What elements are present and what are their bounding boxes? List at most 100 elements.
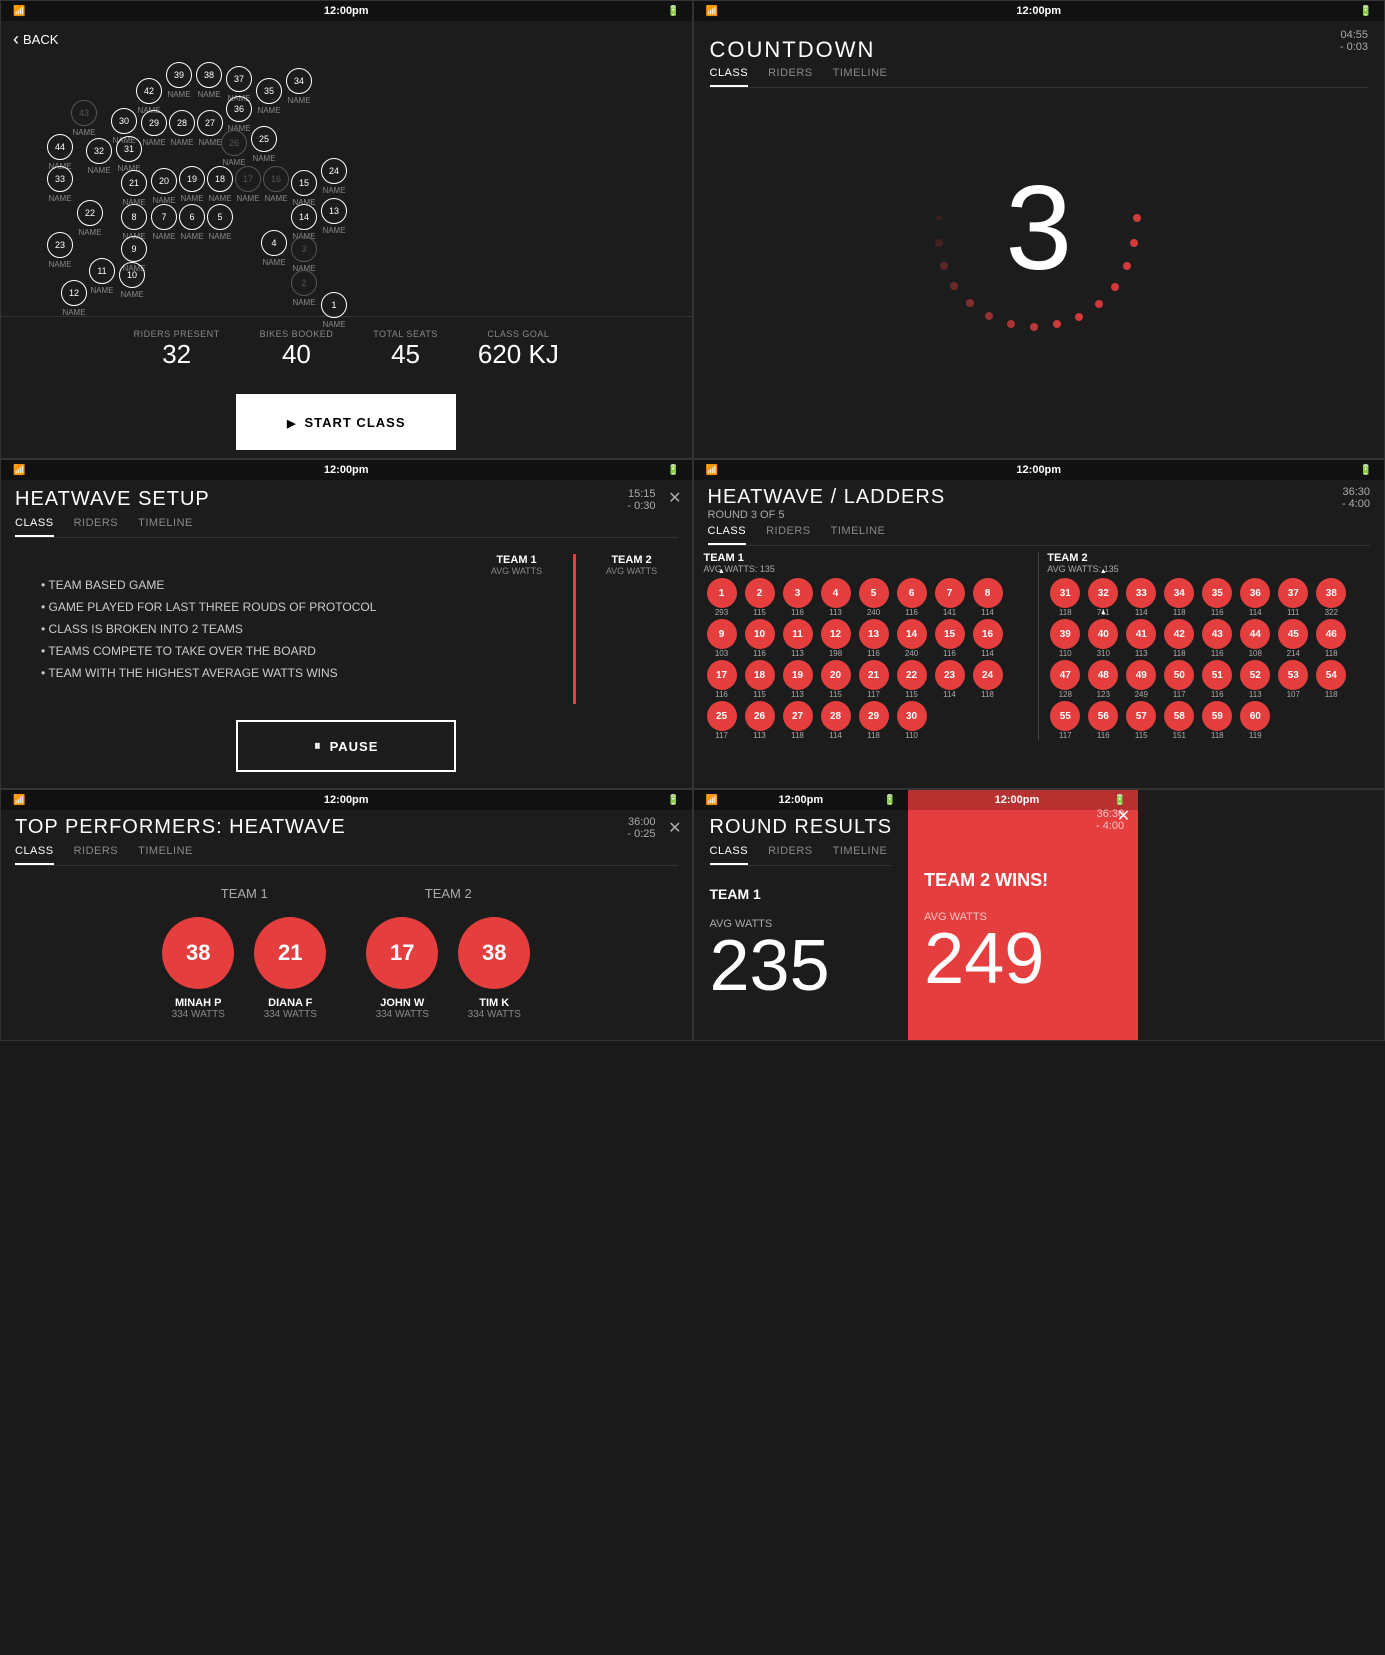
team1-riders-grid: 1293 2115 3116 4113 5240 6116 7141 8114 …: [704, 578, 1031, 740]
tab-class-4[interactable]: CLASS: [708, 525, 747, 545]
battery-icon-3: 🔋: [667, 465, 679, 476]
list-item: 48123: [1085, 660, 1121, 699]
list-item: 5240: [856, 578, 892, 617]
setup-content: TEAM BASED GAME GAME PLAYED FOR LAST THR…: [1, 538, 692, 704]
tab-class-3[interactable]: CLASS: [15, 517, 54, 537]
tab-timeline-4[interactable]: TIMELINE: [831, 525, 886, 545]
ladders-tabs: CLASS RIDERS TIMELINE: [708, 525, 1371, 546]
winner-section: TEAM 2 WINS! AVG WATTS 249: [908, 810, 1138, 1015]
ladders-timer: 36:30 - 4:00: [1342, 486, 1370, 510]
stat-total-seats: TOTAL SEATS 45: [373, 329, 438, 370]
list-item: 54118: [1313, 660, 1349, 699]
panel-round-results: 📶 12:00pm 🔋 ROUND RESULTS CLASS RIDERS T…: [693, 789, 1385, 1041]
battery-icon-6: 🔋: [884, 795, 896, 806]
team2-riders-grid: 31118 32711 33114 34118 35116 36114 3711…: [1047, 578, 1374, 740]
setup-close-button[interactable]: ✕: [668, 488, 681, 508]
main-grid: 📶 12:00pm 🔋 BACK 39NAME 38NAME 37NAME 42…: [0, 0, 1385, 1041]
list-item: 13116: [856, 619, 892, 658]
list-item: 1293: [704, 578, 740, 617]
rules-section: TEAM BASED GAME GAME PLAYED FOR LAST THR…: [21, 554, 477, 704]
list-item: 3116: [780, 578, 816, 617]
panel-top-performers: 📶 12:00pm 🔋 36:00 - 0:25 ✕ TOP PERFORMER…: [0, 789, 693, 1041]
battery-icon-2: 🔋: [1360, 6, 1372, 17]
tab-class-2[interactable]: CLASS: [710, 67, 749, 87]
list-item: 25117: [704, 701, 740, 740]
rule-4: TEAMS COMPETE TO TAKE OVER THE BOARD: [41, 640, 457, 662]
panel-heatwave-ladders: 📶 12:00pm 🔋 36:30 - 4:00 HEATWAVE / LADD…: [693, 459, 1385, 789]
performer-john: 17 JOHN W 334 WATTS: [366, 917, 438, 1020]
wifi-icon-5: 📶: [13, 795, 25, 806]
pause-button[interactable]: ⏸ PAUSE: [236, 720, 456, 772]
tab-class-6[interactable]: CLASS: [710, 845, 749, 865]
wifi-icon-4: 📶: [706, 465, 718, 476]
performer-minah: 38 MINAH P 334 WATTS: [162, 917, 234, 1020]
back-button[interactable]: BACK: [1, 21, 692, 58]
team2-performers-row: 17 JOHN W 334 WATTS 38 TIM K 334 WATTS: [366, 917, 530, 1020]
list-item: 37111: [1275, 578, 1311, 617]
status-bar-1: 📶 12:00pm 🔋: [1, 1, 692, 21]
tab-riders-2[interactable]: RIDERS: [768, 67, 813, 87]
list-item: 58151: [1161, 701, 1197, 740]
start-class-button[interactable]: START CLASS: [236, 394, 456, 450]
tab-riders-6[interactable]: RIDERS: [768, 845, 813, 865]
time-display-2: 12:00pm: [1016, 5, 1061, 17]
rule-5: TEAM WITH THE HIGHEST AVERAGE WATTS WINS: [41, 662, 457, 684]
panel-preclass: 📶 12:00pm 🔋 BACK 39NAME 38NAME 37NAME 42…: [0, 0, 693, 459]
time-display-3: 12:00pm: [324, 464, 369, 476]
rule-2: GAME PLAYED FOR LAST THREE ROUDS OF PROT…: [41, 596, 457, 618]
countdown-timer: 04:55 - 0:03: [1340, 29, 1368, 53]
countdown-title: COUNTDOWN: [710, 29, 1369, 67]
tab-class-5[interactable]: CLASS: [15, 845, 54, 865]
battery-icon-6r: 🔋: [1114, 795, 1126, 806]
wifi-icon-3: 📶: [13, 465, 25, 476]
list-item: 43116: [1199, 619, 1235, 658]
riders-grid: 39NAME 38NAME 37NAME 42NAME 35NAME 34NAM…: [11, 58, 682, 308]
tab-timeline-2[interactable]: TIMELINE: [833, 67, 888, 87]
list-item: 29118: [856, 701, 892, 740]
list-item: 41113: [1123, 619, 1159, 658]
list-item: 33114: [1123, 578, 1159, 617]
list-item: 10116: [742, 619, 778, 658]
list-item: 14240: [894, 619, 930, 658]
list-item: 49249: [1123, 660, 1159, 699]
list-item: 18115: [742, 660, 778, 699]
performers-team1: TEAM 1 38 MINAH P 334 WATTS 21 DIANA F 3…: [162, 886, 326, 1020]
list-item: 8114: [970, 578, 1006, 617]
tab-timeline-6[interactable]: TIMELINE: [833, 845, 888, 865]
list-item: 11113: [780, 619, 816, 658]
tab-riders-4[interactable]: RIDERS: [766, 525, 811, 545]
tab-timeline-5[interactable]: TIMELINE: [138, 845, 193, 865]
results-close-button[interactable]: ✕: [1117, 806, 1130, 826]
tab-timeline-3[interactable]: TIMELINE: [138, 517, 193, 537]
list-item: 39110: [1047, 619, 1083, 658]
list-item: 21117: [856, 660, 892, 699]
results-team1-avg: 235: [710, 930, 893, 1002]
performers-timer: 36:00 - 0:25: [627, 816, 655, 840]
performer-tim: 38 TIM K 334 WATTS: [458, 917, 530, 1020]
status-bar-3: 📶 12:00pm 🔋: [1, 460, 692, 480]
performers-tabs: CLASS RIDERS TIMELINE: [15, 845, 678, 866]
rules-list: TEAM BASED GAME GAME PLAYED FOR LAST THR…: [21, 554, 477, 704]
pause-icon: ⏸: [314, 738, 322, 754]
list-item: 50117: [1161, 660, 1197, 699]
teams-divider: [1038, 552, 1039, 740]
performers-content: TEAM 1 38 MINAH P 334 WATTS 21 DIANA F 3…: [1, 866, 692, 1040]
performers-close-button[interactable]: ✕: [668, 818, 681, 838]
status-bar-6r: 12:00pm 🔋: [908, 790, 1138, 810]
results-header: ROUND RESULTS CLASS RIDERS TIMELINE: [694, 810, 909, 866]
tab-riders-3[interactable]: RIDERS: [74, 517, 119, 537]
list-item: 27118: [780, 701, 816, 740]
list-item: 16114: [970, 619, 1006, 658]
status-bar-5: 📶 12:00pm 🔋: [1, 790, 692, 810]
tab-riders-5[interactable]: RIDERS: [74, 845, 119, 865]
list-item: 40310: [1085, 619, 1121, 658]
results-tabs: CLASS RIDERS TIMELINE: [710, 845, 893, 866]
list-item: 23114: [932, 660, 968, 699]
results-team1-label: TEAM 1: [710, 886, 893, 902]
list-item: 46118: [1313, 619, 1349, 658]
results-right-panel: 12:00pm 🔋 36:30 - 4:00 ✕ TEAM 2 WINS! AV…: [908, 790, 1138, 1040]
countdown-area: 3: [694, 88, 1385, 368]
list-item: 38322: [1313, 578, 1349, 617]
list-item: 9103: [704, 619, 740, 658]
time-display-4: 12:00pm: [1016, 464, 1061, 476]
